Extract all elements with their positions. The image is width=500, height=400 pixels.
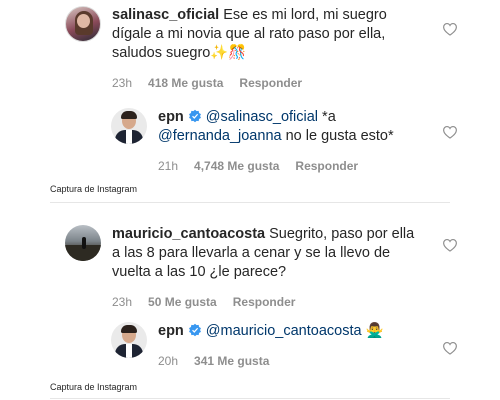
verified-badge-icon [188,109,201,123]
reply-button[interactable]: Responder [239,76,302,90]
verified-badge-icon [188,323,201,337]
reply-meta: 20h 341 Me gusta [158,354,428,368]
avatar[interactable] [111,322,147,358]
mention-link[interactable]: @fernanda_joanna [158,128,282,144]
reply-text: *a [318,109,336,125]
reply-text: no le gusta esto* [281,128,394,144]
heart-outline-icon[interactable] [442,125,458,139]
reply-likes[interactable]: 4,748 Me gusta [194,159,279,173]
avatar[interactable] [65,225,101,261]
mention-link[interactable]: @salinasc_oficial [206,109,318,125]
reply-button[interactable]: Responder [233,295,296,309]
reply-button[interactable]: Responder [295,159,358,173]
reply-likes[interactable]: 341 Me gusta [194,354,269,368]
comment-time[interactable]: 23h [112,76,132,90]
reply-comment: epn @salinasc_oficial *a @fernanda_joanna… [111,108,428,173]
comment-meta: 23h 418 Me gusta Responder [112,76,412,90]
comment-text-block: mauricio_cantoacosta Suegrito, paso por e… [112,225,417,282]
comment: salinasc_oficial Ese es mi lord, mi suegr… [65,6,412,90]
heart-outline-icon[interactable] [442,341,458,355]
divider [50,398,450,399]
reply-username[interactable]: epn [158,323,184,339]
image-caption: Captura de Instagram [50,184,138,194]
reply-meta: 21h 4,748 Me gusta Responder [158,159,428,173]
comment-meta: 23h 50 Me gusta Responder [112,295,417,309]
avatar[interactable] [111,108,147,144]
divider [50,202,450,203]
reply-username[interactable]: epn [158,109,184,125]
comment-emoji: ✨🎊 [210,45,247,61]
reply-text-block: epn @salinasc_oficial *a @fernanda_joanna… [158,108,428,146]
comment-username[interactable]: mauricio_cantoacosta [112,226,265,242]
reply-time[interactable]: 20h [158,354,178,368]
comment: mauricio_cantoacosta Suegrito, paso por e… [65,225,417,309]
comment-likes[interactable]: 50 Me gusta [148,295,217,309]
heart-outline-icon[interactable] [442,238,458,252]
reply-comment: epn @mauricio_cantoacosta 🙅‍♂️ 20h 341 Me … [111,322,428,368]
reply-text-block: epn @mauricio_cantoacosta 🙅‍♂️ [158,322,428,341]
comment-likes[interactable]: 418 Me gusta [148,76,223,90]
heart-outline-icon[interactable] [442,22,458,36]
mention-link[interactable]: @mauricio_cantoacosta [206,323,362,339]
comment-username[interactable]: salinasc_oficial [112,7,219,23]
reply-emoji: 🙅‍♂️ [365,323,384,339]
comment-time[interactable]: 23h [112,295,132,309]
image-caption: Captura de Instagram [50,382,138,392]
avatar[interactable] [65,6,101,42]
comment-text-block: salinasc_oficial Ese es mi lord, mi suegr… [112,6,412,63]
reply-time[interactable]: 21h [158,159,178,173]
